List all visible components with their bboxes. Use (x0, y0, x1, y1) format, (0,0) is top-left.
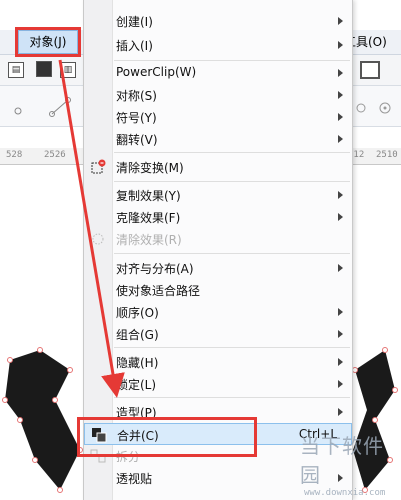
annotation-arrow (58, 59, 125, 398)
watermark-sub: www.downxia.com (304, 488, 386, 498)
watermark-main: 当下软件园 (300, 434, 384, 487)
watermark: 当下软件园 www.downxia.com (300, 430, 401, 498)
